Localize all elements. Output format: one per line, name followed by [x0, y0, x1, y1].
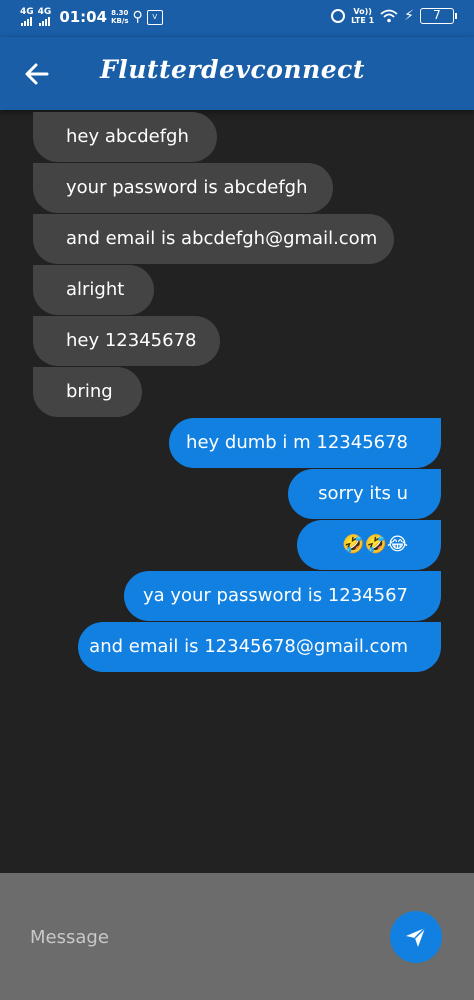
arrow-left-icon[interactable] [22, 59, 52, 89]
status-bar: 4G 4G 01:04 8.30 KB/s ⚲ V Vo)) LTE 1 ⚡ 7 [0, 0, 474, 37]
message-bubble-sent: ya your password is 1234567 [124, 571, 441, 621]
message-bubble-sent: hey dumb i m 12345678 [169, 418, 441, 468]
signal-bars-icon [38, 17, 50, 26]
message-input[interactable] [30, 913, 370, 961]
alarm-clock-icon [331, 9, 346, 23]
message-bubble-received: and email is abcdefgh@gmail.com [33, 214, 394, 264]
network-speed-unit: KB/s [111, 17, 129, 25]
message-bubble-received: hey abcdefgh [33, 112, 217, 162]
status-bar-left: 4G 4G 01:04 8.30 KB/s ⚲ V [20, 8, 163, 26]
network-speed: 8.30 KB/s [111, 9, 128, 25]
notification-app-icon: V [146, 9, 163, 25]
network-speed-value: 8.30 [111, 9, 129, 17]
message-bubble-sent: sorry its u [288, 469, 441, 519]
status-bar-right: Vo)) LTE 1 ⚡ 7 [331, 7, 457, 25]
app-bar: Flutterdevconnect [0, 37, 474, 110]
volte-indicator: Vo)) LTE 1 [351, 7, 374, 25]
charging-bolt-icon: ⚡ [404, 8, 414, 24]
wifi-icon [380, 9, 398, 23]
signal-bars-icon [21, 17, 33, 26]
message-bubble-received: hey 12345678 [33, 316, 220, 366]
composer-bar [0, 873, 474, 1000]
app-title: Flutterdevconnect [100, 55, 365, 84]
send-button[interactable] [390, 911, 442, 963]
message-list[interactable]: hey abcdefgh your password is abcdefgh a… [0, 110, 474, 873]
sim2-signal: 4G [37, 7, 52, 26]
message-bubble-sent: 🤣🤣😂 [297, 520, 441, 570]
sim2-network-label: 4G [37, 7, 52, 17]
message-bubble-received: alright [33, 265, 154, 315]
message-bubble-sent: and email is 12345678@gmail.com [78, 622, 441, 672]
status-time: 01:04 [59, 8, 108, 26]
sim1-signal: 4G [20, 8, 34, 26]
usb-icon: ⚲ [132, 9, 143, 25]
lte-label: LTE 1 [351, 16, 375, 25]
battery-icon: 7 [420, 8, 457, 24]
volte-label: Vo)) [353, 7, 372, 16]
battery-level: 7 [433, 8, 441, 22]
send-icon [406, 927, 426, 947]
message-bubble-received: your password is abcdefgh [33, 163, 333, 213]
sim1-network-label: 4G [20, 7, 34, 17]
message-bubble-received: bring [33, 367, 142, 417]
chat-screen: 4G 4G 01:04 8.30 KB/s ⚲ V Vo)) LTE 1 ⚡ 7… [0, 0, 474, 1000]
